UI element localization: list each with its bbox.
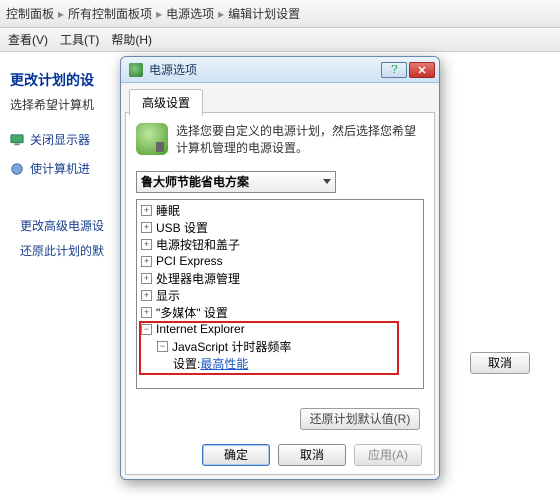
left-pane: 更改计划的设 选择希望计算机 关闭显示器 使计算机进 更改高级电源设 还原此计划… (0, 52, 120, 500)
chevron-down-icon (323, 179, 331, 184)
breadcrumb[interactable]: 控制面板 ▸ 所有控制面板项 ▸ 电源选项 ▸ 编辑计划设置 (0, 0, 560, 28)
sidebar-item-display-off[interactable]: 关闭显示器 (0, 125, 120, 154)
restore-defaults-button[interactable]: 还原计划默认值(R) (300, 408, 420, 430)
cancel-button[interactable]: 取消 (470, 352, 530, 374)
tree-node-power-buttons[interactable]: +电源按钮和盖子 (137, 236, 423, 253)
menu-bar: 查看(V) 工具(T) 帮助(H) (0, 28, 560, 52)
menu-tools[interactable]: 工具(T) (60, 31, 99, 48)
tree-node-pci[interactable]: +PCI Express (137, 253, 423, 270)
power-icon (129, 63, 143, 77)
description-row: 选择您要自定义的电源计划，然后选择您希望计算机管理的电源设置。 (126, 123, 434, 167)
window-controls: ? (381, 62, 435, 78)
tree-node-multimedia[interactable]: +"多媒体" 设置 (137, 304, 423, 321)
expand-icon[interactable]: + (141, 307, 152, 318)
breadcrumb-item[interactable]: 所有控制面板项 (66, 5, 154, 22)
tree-node-js-timer[interactable]: −JavaScript 计时器频率 (137, 338, 423, 355)
tree-node-ie[interactable]: −Internet Explorer (137, 321, 423, 338)
chevron-right-icon: ▸ (56, 7, 66, 21)
dialog-titlebar[interactable]: 电源选项 ? (121, 57, 439, 83)
tab-advanced[interactable]: 高级设置 (129, 89, 203, 116)
description-text: 选择您要自定义的电源计划，然后选择您希望计算机管理的电源设置。 (176, 123, 424, 157)
tree-leaf-setting[interactable]: 设置: 最高性能 (137, 355, 423, 372)
tree-node-usb[interactable]: +USB 设置 (137, 219, 423, 236)
sidebar-item-label: 使计算机进 (30, 160, 90, 177)
tree-node-display[interactable]: +显示 (137, 287, 423, 304)
dialog-button-row: 确定 取消 应用(A) (126, 444, 434, 466)
link-change-advanced[interactable]: 更改高级电源设 (0, 213, 120, 238)
breadcrumb-item[interactable]: 编辑计划设置 (226, 5, 302, 22)
collapse-icon[interactable]: − (157, 341, 168, 352)
expand-icon[interactable]: + (141, 273, 152, 284)
link-restore-plan[interactable]: 还原此计划的默 (0, 238, 120, 263)
battery-plug-icon (136, 123, 168, 155)
tab-body: 选择您要自定义的电源计划，然后选择您希望计算机管理的电源设置。 鲁大师节能省电方… (125, 113, 435, 475)
collapse-icon[interactable]: − (141, 324, 152, 335)
setting-value[interactable]: 最高性能 (200, 355, 248, 372)
settings-tree[interactable]: +睡眠 +USB 设置 +电源按钮和盖子 +PCI Express +处理器电源… (136, 199, 424, 389)
breadcrumb-item[interactable]: 控制面板 (4, 5, 56, 22)
menu-view[interactable]: 查看(V) (8, 31, 48, 48)
tree-node-sleep[interactable]: +睡眠 (137, 202, 423, 219)
help-button[interactable]: ? (381, 62, 407, 78)
setting-label: 设置: (173, 355, 200, 372)
expand-icon[interactable]: + (141, 290, 152, 301)
power-options-dialog: 电源选项 ? 高级设置 选择您要自定义的电源计划，然后选择您希望计算机管理的电源… (120, 56, 440, 480)
close-button[interactable] (409, 62, 435, 78)
selected-plan-label: 鲁大师节能省电方案 (141, 173, 249, 190)
moon-icon (10, 162, 24, 176)
ok-button[interactable]: 确定 (202, 444, 270, 466)
tab-strip: 高级设置 (121, 83, 439, 113)
expand-icon[interactable]: + (141, 222, 152, 233)
page-subtext: 选择希望计算机 (0, 96, 120, 125)
expand-icon[interactable]: + (141, 256, 152, 267)
menu-help[interactable]: 帮助(H) (111, 31, 152, 48)
sidebar-item-label: 关闭显示器 (30, 131, 90, 148)
tree-node-cpu[interactable]: +处理器电源管理 (137, 270, 423, 287)
expand-icon[interactable]: + (141, 205, 152, 216)
breadcrumb-item[interactable]: 电源选项 (164, 5, 216, 22)
svg-text:?: ? (391, 65, 398, 75)
apply-button[interactable]: 应用(A) (354, 444, 422, 466)
monitor-icon (10, 133, 24, 147)
chevron-right-icon: ▸ (154, 7, 164, 21)
expand-icon[interactable]: + (141, 239, 152, 250)
dialog-title: 电源选项 (149, 61, 381, 78)
cancel-button[interactable]: 取消 (278, 444, 346, 466)
sidebar-item-sleep[interactable]: 使计算机进 (0, 154, 120, 183)
power-plan-select[interactable]: 鲁大师节能省电方案 (136, 171, 336, 193)
chevron-right-icon: ▸ (216, 7, 226, 21)
page-heading: 更改计划的设 (0, 70, 120, 96)
